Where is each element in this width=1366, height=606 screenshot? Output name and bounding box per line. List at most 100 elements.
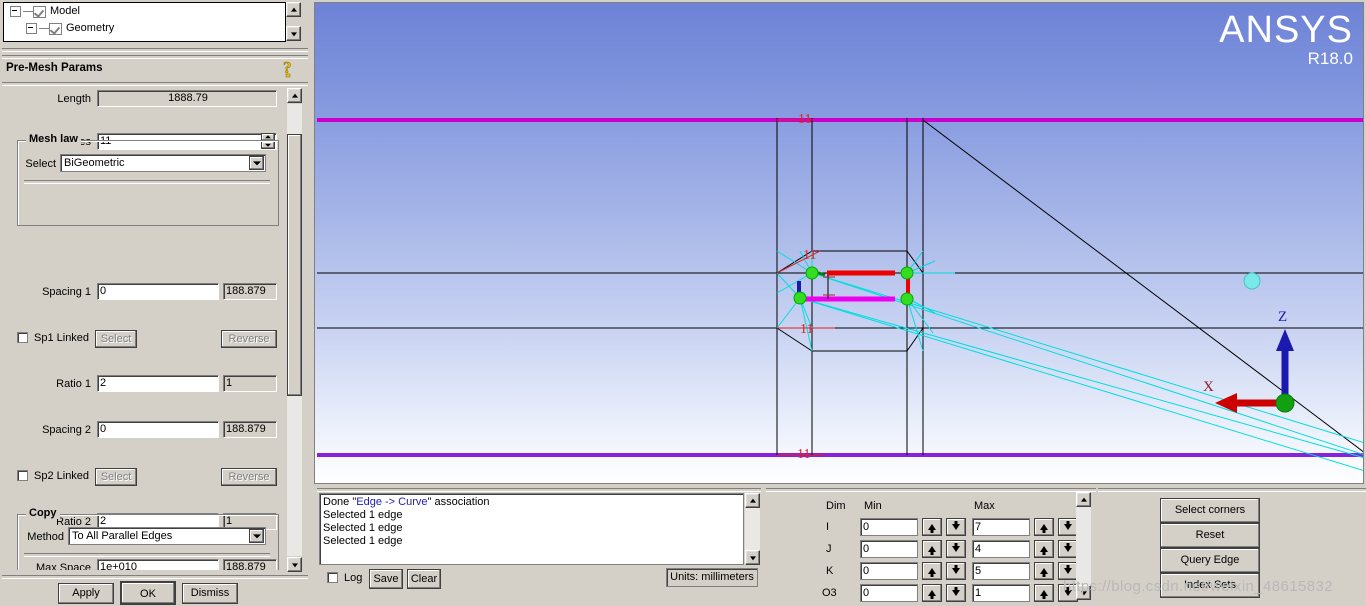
mesh-law-select[interactable]: BiGeometric [60, 154, 266, 172]
min-increment-icon[interactable] [922, 518, 942, 536]
max-decrement-icon[interactable] [1058, 584, 1078, 602]
sp2-select-button[interactable]: Select [95, 468, 137, 486]
ratio1-input[interactable]: 2 [97, 375, 219, 392]
tree-item-model[interactable]: Model [4, 3, 285, 20]
mesh-law-group-title: Mesh law [26, 133, 81, 145]
tree-item-label: Geometry [66, 22, 115, 34]
length-value: 1888.79 [97, 90, 277, 107]
block-topology-graphics: 11 11 11 11 Z X [317, 112, 1363, 471]
ok-button[interactable]: OK [120, 581, 176, 605]
dismiss-button[interactable]: Dismiss [182, 583, 238, 604]
log-checkbox[interactable] [327, 572, 338, 583]
scroll-down-icon[interactable] [745, 550, 760, 565]
min-input[interactable]: 0 [860, 540, 918, 558]
max-input[interactable]: 4 [972, 540, 1030, 558]
scrollbar-thumb[interactable] [287, 134, 302, 396]
scrollbar-track[interactable] [745, 508, 760, 550]
select-corners-button[interactable]: Select corners [1160, 498, 1260, 523]
max-input[interactable]: 7 [972, 518, 1030, 536]
scroll-up-icon[interactable] [745, 493, 760, 508]
min-input[interactable]: 0 [860, 562, 918, 580]
table-row: J 0 4 [766, 540, 1078, 560]
apply-button[interactable]: Apply [58, 583, 114, 604]
clear-button[interactable]: Clear [407, 569, 441, 589]
save-button[interactable]: Save [369, 569, 403, 589]
scroll-down-icon[interactable] [287, 557, 302, 572]
max-increment-icon[interactable] [1034, 584, 1054, 602]
max-decrement-icon[interactable] [1058, 562, 1078, 580]
expand-collapse-icon[interactable] [10, 6, 21, 17]
min-increment-icon[interactable] [922, 562, 942, 580]
max-input[interactable]: 1 [972, 584, 1030, 602]
max-input[interactable]: 5 [972, 562, 1030, 580]
model-tree[interactable]: Model Geometry [3, 2, 286, 42]
scroll-up-icon[interactable] [1076, 492, 1091, 507]
scrollbar-track[interactable] [1076, 507, 1091, 585]
sp1-linked-checkbox[interactable] [17, 332, 28, 343]
sp2-reverse-button[interactable]: Reverse [221, 468, 277, 486]
sp1-select-button[interactable]: Select [95, 330, 137, 348]
dim-label: J [826, 543, 832, 555]
association-lines [776, 250, 1363, 471]
reset-button[interactable]: Reset [1160, 523, 1260, 548]
divider [24, 180, 270, 184]
divider [1098, 488, 1366, 492]
graphics-viewport[interactable]: 11 11 11 11 Z X ANSYS R18.0 [314, 2, 1364, 484]
max-increment-icon[interactable] [1034, 540, 1054, 558]
min-decrement-icon[interactable] [946, 540, 966, 558]
expand-collapse-icon[interactable] [26, 23, 37, 34]
sp2-linked-checkbox[interactable] [17, 470, 28, 481]
table-row: O3 0 1 [766, 584, 1078, 604]
copy-method-select[interactable]: To All Parallel Edges [68, 527, 266, 545]
query-edge-button[interactable]: Query Edge [1160, 548, 1260, 573]
log-highlight: Edge -> Curve [356, 496, 428, 508]
log-label: Log [344, 572, 363, 584]
dialog-button-bar: Apply OK Dismiss [0, 578, 312, 606]
axis-label-x: X [1203, 379, 1214, 395]
page-title: Pre-Mesh Params [6, 62, 103, 74]
scrollbar-track[interactable] [287, 104, 302, 556]
spacing2-input[interactable]: 0 [97, 421, 219, 438]
message-scrollbar[interactable] [745, 493, 761, 565]
spacing1-row: Spacing 1 0 188.879 [3, 283, 286, 304]
sp1-linked-label: Sp1 Linked [34, 332, 90, 344]
form-scrollbar[interactable] [287, 88, 303, 572]
index-actions-panel: Select corners Reset Query Edge Index Se… [1098, 488, 1366, 606]
scroll-down-icon[interactable] [286, 26, 301, 41]
log-line: Selected 1 edge [323, 522, 403, 534]
chevron-down-icon[interactable] [249, 529, 264, 543]
log-line: Selected 1 edge [323, 535, 403, 547]
min-decrement-icon[interactable] [946, 518, 966, 536]
tree-item-geometry[interactable]: Geometry [4, 20, 285, 37]
max-decrement-icon[interactable] [1058, 540, 1078, 558]
copy-group: Copy Method To All Parallel Edges [17, 507, 279, 570]
spacing1-input[interactable]: 0 [97, 283, 219, 300]
min-increment-icon[interactable] [922, 540, 942, 558]
tree-scrollbar[interactable] [286, 2, 302, 42]
sp1-reverse-button[interactable]: Reverse [221, 330, 277, 348]
message-log[interactable]: Done "Edge -> Curve" association Selecte… [319, 493, 744, 565]
min-decrement-icon[interactable] [946, 562, 966, 580]
checkbox-icon[interactable] [49, 22, 62, 35]
node-count-label: 11 [797, 447, 810, 462]
scroll-down-icon[interactable] [1076, 585, 1091, 600]
log-line: Done "Edge -> Curve" association [323, 496, 490, 508]
question-mark-icon[interactable]: ? [280, 58, 300, 80]
max-increment-icon[interactable] [1034, 562, 1054, 580]
chevron-down-icon[interactable] [249, 156, 264, 170]
checkbox-icon[interactable] [33, 5, 46, 18]
divider [24, 553, 270, 557]
min-input[interactable]: 0 [860, 584, 918, 602]
tree-item-label: Model [50, 5, 80, 17]
max-decrement-icon[interactable] [1058, 518, 1078, 536]
min-input[interactable]: 0 [860, 518, 918, 536]
scroll-up-icon[interactable] [286, 2, 301, 17]
mesh-law-select-label: Select [25, 158, 56, 170]
divider [2, 48, 308, 52]
index-sets-button[interactable]: Index Sets [1160, 573, 1260, 598]
max-increment-icon[interactable] [1034, 518, 1054, 536]
min-decrement-icon[interactable] [946, 584, 966, 602]
min-increment-icon[interactable] [922, 584, 942, 602]
index-scrollbar[interactable] [1076, 492, 1092, 600]
scroll-up-icon[interactable] [287, 88, 302, 103]
